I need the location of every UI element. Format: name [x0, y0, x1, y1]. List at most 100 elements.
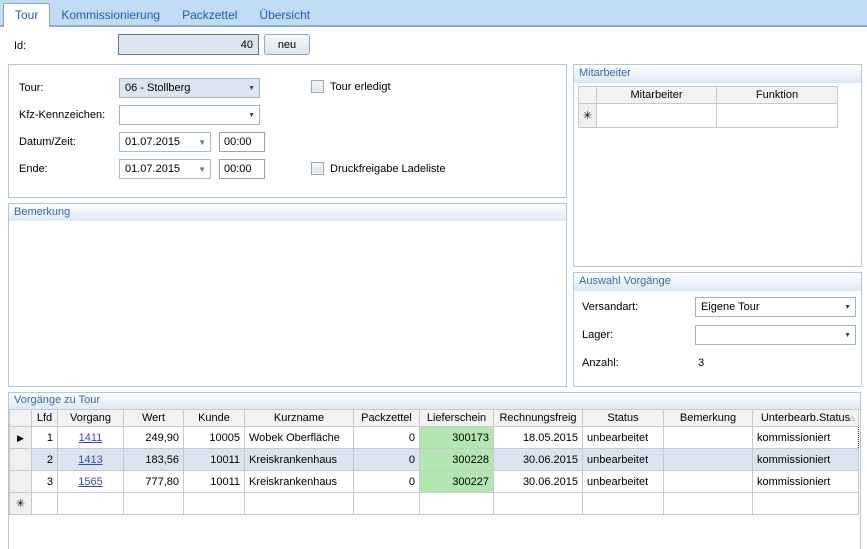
- cell-vorgang[interactable]: 1413: [58, 449, 124, 471]
- tab-uebersicht[interactable]: Übersicht: [248, 4, 321, 25]
- checkbox-icon[interactable]: [311, 162, 324, 175]
- cell-lfd[interactable]: 3: [32, 471, 58, 493]
- table-row[interactable]: ▶1 1411 249,9010005Wobek Oberfläche0300173…: [10, 427, 859, 449]
- row-header-corner: [10, 410, 32, 427]
- cell-vorgang[interactable]: [58, 493, 124, 515]
- checkbox-icon[interactable]: [311, 80, 324, 93]
- cell-wert[interactable]: [124, 493, 184, 515]
- cell-lfd[interactable]: 2: [32, 449, 58, 471]
- column-header-lieferschein[interactable]: Lieferschein: [420, 410, 494, 427]
- cell-vorgang[interactable]: 1411: [58, 427, 124, 449]
- calendar-dropdown-arrow-icon[interactable]: ▼: [198, 166, 206, 173]
- vorgang-link[interactable]: 1413: [78, 454, 102, 466]
- cell-unterbearb[interactable]: kommissioniert: [753, 449, 859, 471]
- cell-packzettel[interactable]: 0: [354, 427, 420, 449]
- cell-rechnungsfreig[interactable]: 18.05.2015: [494, 427, 583, 449]
- cell-unterbearb[interactable]: kommissioniert: [753, 471, 859, 493]
- tab-kommissionierung[interactable]: Kommissionierung: [50, 4, 171, 25]
- cell-bemerkung[interactable]: [664, 427, 753, 449]
- cell-unterbearb[interactable]: [753, 493, 859, 515]
- row-selector[interactable]: [10, 449, 32, 471]
- cell-kunde[interactable]: 10005: [184, 427, 245, 449]
- dropdown-arrow-icon[interactable]: ▼: [248, 85, 255, 92]
- cell-packzettel[interactable]: [354, 493, 420, 515]
- cell-wert[interactable]: 249,90: [124, 427, 184, 449]
- cell-status[interactable]: unbearbeitet: [583, 471, 664, 493]
- cell-status[interactable]: unbearbeitet: [583, 427, 664, 449]
- column-header-lfd[interactable]: Lfd: [32, 410, 58, 427]
- row-header-corner: [579, 87, 597, 104]
- lager-dropdown[interactable]: ▼: [695, 325, 856, 345]
- table-row[interactable]: 3 1565 777,8010011Kreiskrankenhaus03002273…: [10, 471, 859, 493]
- cell-bemerkung[interactable]: [664, 471, 753, 493]
- kfz-dropdown[interactable]: ▼: [119, 105, 260, 125]
- cell-kunde[interactable]: 10011: [184, 449, 245, 471]
- druckfreigabe-checkbox[interactable]: Druckfreigabe Ladeliste: [311, 162, 446, 175]
- cell-lieferschein[interactable]: 300227: [420, 471, 494, 493]
- column-header-unterbearb-status[interactable]: Unterbearb.Status△: [753, 410, 859, 427]
- column-header-kunde[interactable]: Kunde: [184, 410, 245, 427]
- vorgang-link[interactable]: 1411: [79, 432, 103, 444]
- cell-lfd[interactable]: 1: [32, 427, 58, 449]
- cell-kunde[interactable]: 10011: [184, 471, 245, 493]
- bemerkung-textarea[interactable]: [9, 221, 566, 386]
- new-row-selector[interactable]: ✳: [10, 493, 32, 515]
- cell-kurzname[interactable]: Kreiskrankenhaus: [245, 471, 354, 493]
- cell-rechnungsfreig[interactable]: [494, 493, 583, 515]
- cell-rechnungsfreig[interactable]: 30.06.2015: [494, 449, 583, 471]
- new-row[interactable]: ✳: [10, 493, 859, 515]
- cell-kunde[interactable]: [184, 493, 245, 515]
- tour-erledigt-checkbox[interactable]: Tour erledigt: [311, 80, 391, 93]
- datum-time-field[interactable]: [219, 132, 265, 152]
- tab-tour[interactable]: Tour: [3, 3, 50, 27]
- anzahl-value: 3: [698, 357, 704, 369]
- column-header-mitarbeiter[interactable]: Mitarbeiter: [597, 87, 717, 104]
- neu-button[interactable]: neu: [264, 34, 310, 55]
- datum-date-picker[interactable]: 01.07.2015 ▼: [119, 132, 211, 152]
- cell-lieferschein[interactable]: 300228: [420, 449, 494, 471]
- tab-packzettel[interactable]: Packzettel: [171, 4, 248, 25]
- cell-rechnungsfreig[interactable]: 30.06.2015: [494, 471, 583, 493]
- cell-funktion[interactable]: [717, 104, 838, 128]
- cell-vorgang[interactable]: 1565: [58, 471, 124, 493]
- id-field[interactable]: [118, 34, 259, 55]
- tour-dropdown[interactable]: 06 - Stollberg ▼: [119, 78, 260, 98]
- cell-lieferschein[interactable]: [420, 493, 494, 515]
- tour-erledigt-label: Tour erledigt: [330, 81, 391, 93]
- column-header-bemerkung[interactable]: Bemerkung: [664, 410, 753, 427]
- dropdown-arrow-icon[interactable]: ▼: [844, 332, 851, 339]
- cell-kurzname[interactable]: Wobek Oberfläche: [245, 427, 354, 449]
- cell-bemerkung[interactable]: [664, 449, 753, 471]
- cell-packzettel[interactable]: 0: [354, 471, 420, 493]
- table-row[interactable]: 2 1413 183,5610011Kreiskrankenhaus03002283…: [10, 449, 859, 471]
- column-header-kurzname[interactable]: Kurzname: [245, 410, 354, 427]
- column-header-rechnungsfreig[interactable]: Rechnungsfreig: [494, 410, 583, 427]
- calendar-dropdown-arrow-icon[interactable]: ▼: [198, 139, 206, 146]
- cell-wert[interactable]: 183,56: [124, 449, 184, 471]
- cell-status[interactable]: [583, 493, 664, 515]
- cell-bemerkung[interactable]: [664, 493, 753, 515]
- cell-kurzname[interactable]: [245, 493, 354, 515]
- column-header-status[interactable]: Status: [583, 410, 664, 427]
- cell-wert[interactable]: 777,80: [124, 471, 184, 493]
- column-header-funktion[interactable]: Funktion: [717, 87, 838, 104]
- cell-mitarbeiter[interactable]: [597, 104, 717, 128]
- cell-lfd[interactable]: [32, 493, 58, 515]
- cell-unterbearb[interactable]: kommissioniert: [753, 427, 859, 449]
- row-selector[interactable]: ▶: [10, 427, 32, 449]
- row-selector[interactable]: [10, 471, 32, 493]
- cell-kurzname[interactable]: Kreiskrankenhaus: [245, 449, 354, 471]
- column-header-wert[interactable]: Wert: [124, 410, 184, 427]
- dropdown-arrow-icon[interactable]: ▼: [844, 304, 851, 311]
- cell-lieferschein[interactable]: 300173: [420, 427, 494, 449]
- cell-status[interactable]: unbearbeitet: [583, 449, 664, 471]
- ende-time-field[interactable]: [219, 159, 265, 179]
- column-header-vorgang[interactable]: Vorgang: [58, 410, 124, 427]
- column-header-packzettel[interactable]: Packzettel: [354, 410, 420, 427]
- dropdown-arrow-icon[interactable]: ▼: [248, 112, 255, 119]
- new-row-selector[interactable]: ✳: [579, 104, 597, 128]
- versandart-dropdown[interactable]: Eigene Tour ▼: [695, 297, 856, 317]
- cell-packzettel[interactable]: 0: [354, 449, 420, 471]
- vorgang-link[interactable]: 1565: [78, 476, 102, 488]
- ende-date-picker[interactable]: 01.07.2015 ▼: [119, 159, 211, 179]
